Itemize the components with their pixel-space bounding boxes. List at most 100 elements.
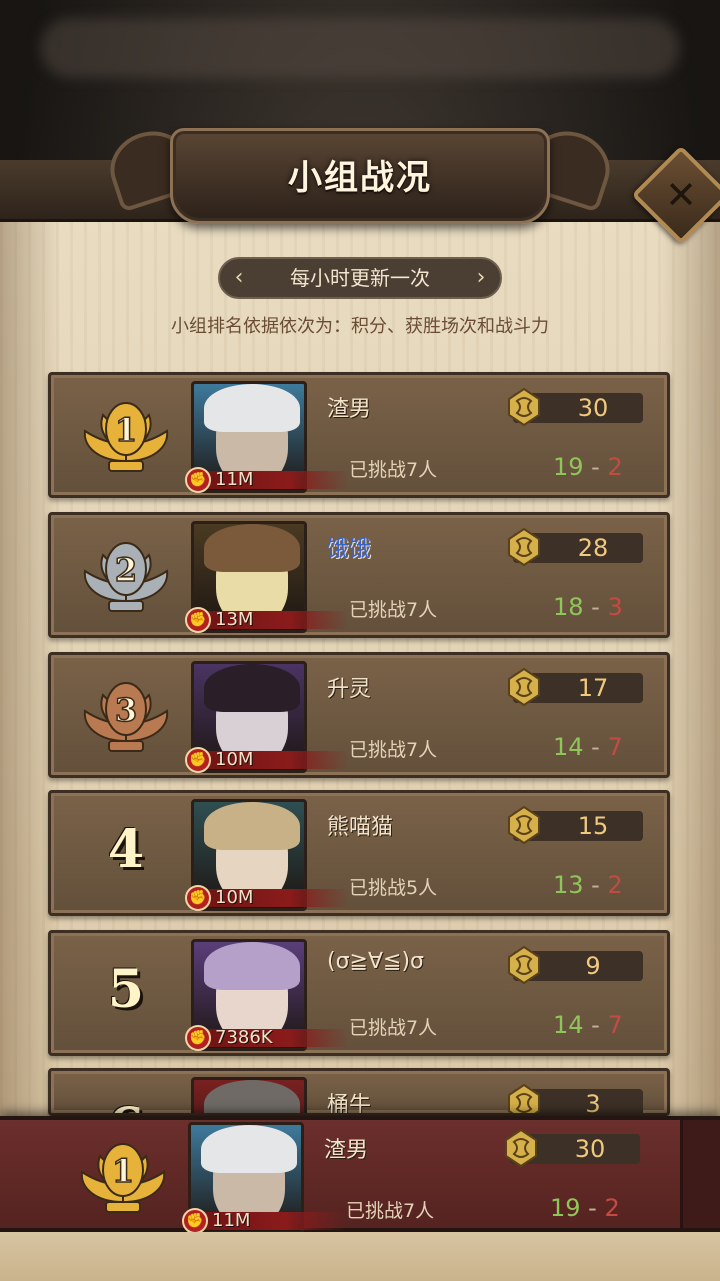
score-emblem-icon: [505, 1128, 537, 1168]
rank-area: 1: [58, 1124, 188, 1228]
combat-power-badge: ✊ 11M: [185, 467, 353, 493]
combat-power-badge: ✊ 13M: [185, 607, 353, 633]
my-row-content: 1 ✊ 11M 渣男已挑战7人 30 19 - 2: [48, 1116, 688, 1234]
hero-avatar[interactable]: [191, 1077, 307, 1113]
losses-count: 3: [607, 593, 623, 621]
combat-power-value: 7386K: [215, 1027, 273, 1048]
score-value: 17: [577, 674, 609, 702]
blurred-background-title: [40, 18, 680, 78]
combat-power-value: 10M: [215, 887, 254, 908]
gold-medal-icon: 1: [80, 1143, 166, 1213]
fist-icon: ✊: [185, 1025, 211, 1051]
wins-count: 14: [553, 733, 584, 761]
avatar-hair: [204, 384, 300, 432]
player-name: 饿饿: [327, 537, 372, 562]
wins-count: 18: [553, 593, 584, 621]
player-name: 桶牛: [327, 1093, 372, 1116]
chevron-left-icon: ‹: [234, 265, 244, 290]
chevron-right-icon: ›: [476, 265, 486, 290]
fist-icon: ✊: [185, 467, 211, 493]
win-loss-record: 14 - 7: [553, 1011, 623, 1039]
standing-row[interactable]: 1 ✊ 11M 渣男 已挑战7人 30 19 - 2: [48, 372, 670, 498]
combat-power-badge: ✊ 10M: [185, 747, 353, 773]
combat-power-value: 11M: [215, 469, 254, 490]
combat-power-value: 10M: [215, 749, 254, 770]
score-emblem-icon: [508, 667, 540, 707]
record-separator: -: [580, 1194, 605, 1222]
avatar-hair: [204, 524, 300, 572]
standing-row[interactable]: 2 ✊ 13M 饿饿已挑战7人 28 18 - 3: [48, 512, 670, 638]
score-value: 28: [577, 534, 609, 562]
wins-count: 19: [550, 1194, 581, 1222]
avatar-hair: [204, 1080, 300, 1113]
fist-icon: ✊: [185, 747, 211, 773]
avatar-hair: [201, 1125, 297, 1173]
standing-row[interactable]: 6 桶牛 3: [48, 1068, 670, 1116]
rank-number: 6: [61, 1097, 191, 1113]
page-title: 小组战况: [288, 158, 432, 198]
medal-rank-number: 1: [112, 1152, 134, 1190]
losses-count: 2: [607, 871, 623, 899]
score-emblem-icon: [508, 945, 540, 985]
medal-rank-number: 1: [115, 411, 137, 449]
player-name: 渣男: [324, 1138, 369, 1163]
fist-icon: ✊: [182, 1208, 208, 1234]
wins-count: 14: [553, 1011, 584, 1039]
win-loss-record: 13 - 2: [553, 871, 623, 899]
record-separator: -: [583, 871, 608, 899]
combat-power-badge: ✊ 11M: [182, 1208, 350, 1234]
score-emblem-icon: [508, 387, 540, 427]
update-frequency-label: 每小时更新一次: [218, 257, 502, 299]
rank-number: 5: [107, 959, 145, 1020]
my-standing-row[interactable]: 1 ✊ 11M 渣男已挑战7人 30 19 - 2: [0, 1116, 720, 1234]
rank-area: 6: [61, 1079, 191, 1113]
silver-medal-icon: 2: [83, 542, 169, 612]
score-emblem-icon: [508, 527, 540, 567]
avatar-hair: [204, 664, 300, 712]
close-icon[interactable]: ✕: [646, 160, 716, 230]
standing-row[interactable]: 5 ✊ 7386K (σ≧∀≦)σ 已挑战7人 9 14 - 7: [48, 930, 670, 1056]
score-value: 30: [574, 1135, 606, 1163]
medal-rank-number: 3: [115, 691, 137, 729]
wins-count: 13: [553, 871, 584, 899]
standing-row[interactable]: 3 ✊ 10M 升灵已挑战7人 17 14 - 7: [48, 652, 670, 778]
win-loss-record: 19 - 2: [550, 1194, 620, 1222]
fist-icon: ✊: [185, 607, 211, 633]
bronze-medal-icon: 3: [83, 682, 169, 752]
score-value: 15: [577, 812, 609, 840]
panel-bottom: [0, 1232, 720, 1281]
player-name: 升灵: [327, 677, 372, 702]
win-loss-record: 18 - 3: [553, 593, 623, 621]
ranking-rule-text: 小组排名依据依次为：积分、获胜场次和战斗力: [171, 316, 549, 337]
score-emblem-icon: [508, 805, 540, 845]
player-name: (σ≧∀≦)σ: [327, 949, 424, 974]
combat-power-badge: ✊ 7386K: [185, 1025, 353, 1051]
avatar-hair: [204, 942, 300, 990]
record-separator: -: [583, 593, 608, 621]
challenged-count: 已挑战7人: [349, 459, 438, 481]
record-separator: -: [583, 733, 608, 761]
fist-icon: ✊: [185, 885, 211, 911]
challenged-count: 已挑战5人: [349, 877, 438, 899]
rank-area: 4: [61, 801, 191, 905]
standing-row[interactable]: 4 ✊ 10M 熊喵猫 已挑战5人 15 13 - 2: [48, 790, 670, 916]
losses-count: 7: [607, 1011, 623, 1039]
win-loss-record: 14 - 7: [553, 733, 623, 761]
rank-area: 1: [61, 383, 191, 487]
combat-power-badge: ✊ 10M: [185, 885, 353, 911]
losses-count: 7: [607, 733, 623, 761]
challenged-count: 已挑战7人: [349, 599, 438, 621]
score-value: 9: [585, 952, 601, 980]
wins-count: 19: [553, 453, 584, 481]
record-separator: -: [583, 453, 608, 481]
challenged-count: 已挑战7人: [346, 1200, 435, 1222]
rank-number: 4: [107, 819, 145, 880]
record-separator: -: [583, 1011, 608, 1039]
losses-count: 2: [604, 1194, 620, 1222]
challenged-count: 已挑战7人: [349, 739, 438, 761]
player-name: 渣男: [327, 397, 372, 422]
combat-power-value: 11M: [212, 1210, 251, 1231]
win-loss-record: 19 - 2: [553, 453, 623, 481]
rank-area: 5: [61, 941, 191, 1045]
losses-count: 2: [607, 453, 623, 481]
